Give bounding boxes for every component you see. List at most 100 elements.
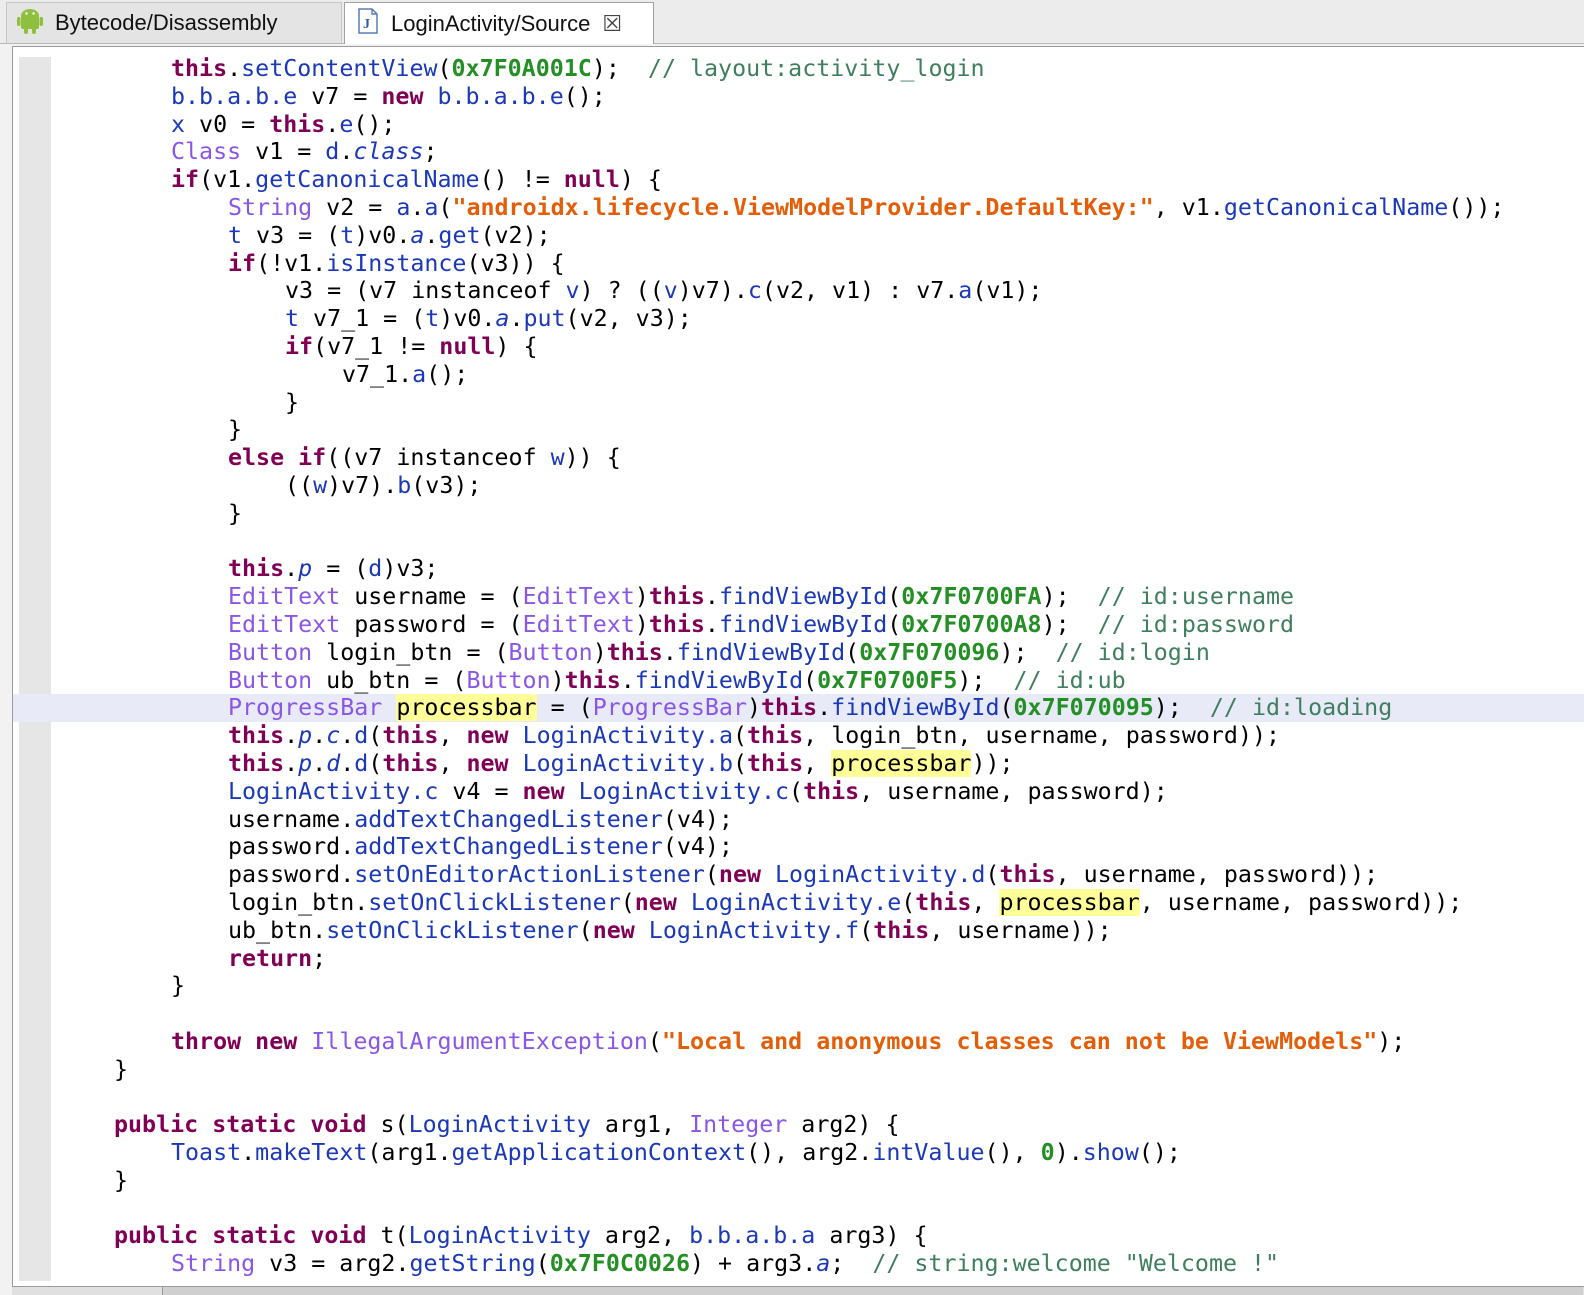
code-line[interactable]: if(v1.getCanonicalName() != null) { xyxy=(13,166,1584,194)
code-line[interactable] xyxy=(13,528,1584,556)
code-text: } xyxy=(285,388,300,416)
code-line[interactable]: Button ub_btn = (Button)this.findViewByI… xyxy=(13,667,1584,695)
code-text: (!v1. xyxy=(256,249,327,277)
close-tab-icon[interactable]: ☒ xyxy=(602,11,622,37)
code-line[interactable]: LoginActivity.c v4 = new LoginActivity.c… xyxy=(13,778,1584,806)
code-line[interactable]: } xyxy=(13,1056,1584,1084)
code-text: s( xyxy=(366,1111,409,1139)
code-text: (); xyxy=(563,82,606,110)
code-line[interactable] xyxy=(13,1083,1584,1111)
code-text: (v3)) { xyxy=(466,249,565,277)
code-line[interactable]: t v7_1 = (t)v0.a.put(v2, v3); xyxy=(13,305,1584,333)
code-text: ); xyxy=(957,666,1014,694)
code-text: ); xyxy=(1153,694,1210,722)
type-token: EditText xyxy=(522,610,635,638)
class-ref-token: t xyxy=(425,305,440,333)
code-line[interactable]: } xyxy=(13,416,1584,444)
code-line[interactable]: else if((v7 instanceof w)) { xyxy=(13,444,1584,472)
tab-loginactivity-source[interactable]: J LoginActivity/Source ☒ xyxy=(344,2,654,44)
code-text: ; xyxy=(830,1250,873,1278)
method-token: a xyxy=(958,277,973,305)
code-line[interactable]: if(!v1.isInstance(v3)) { xyxy=(13,250,1584,278)
code-line[interactable]: EditText password = (EditText)this.findV… xyxy=(13,611,1584,639)
code-line[interactable]: username.addTextChangedListener(v4); xyxy=(13,806,1584,834)
type-token: Button xyxy=(228,666,313,694)
code-line[interactable]: String v2 = a.a("androidx.lifecycle.View… xyxy=(13,194,1584,222)
code-line[interactable]: Class v1 = d.class; xyxy=(13,138,1584,166)
code-line[interactable] xyxy=(13,1000,1584,1028)
method-token: findViewById xyxy=(718,583,888,611)
keyword-token: this xyxy=(747,749,804,777)
keyword-token: else xyxy=(228,444,285,472)
code-text: )v0. xyxy=(439,305,496,333)
code-text: , username, password)); xyxy=(1055,861,1379,889)
highlighted-identifier[interactable]: processbar xyxy=(396,694,537,722)
code-text: ) xyxy=(747,694,762,722)
code-line[interactable]: login_btn.setOnClickListener(new LoginAc… xyxy=(13,888,1584,917)
code-text: )) { xyxy=(564,444,621,472)
method-token: findViewById xyxy=(676,638,846,666)
code-line[interactable]: Toast.makeText(arg1.getApplicationContex… xyxy=(13,1139,1584,1167)
code-text: ((v7 instanceof xyxy=(326,444,551,472)
code-line[interactable]: this.setContentView(0x7F0A001C); // layo… xyxy=(13,55,1584,83)
code-line[interactable]: throw new IllegalArgumentException("Loca… xyxy=(13,1028,1584,1056)
code-line[interactable]: t v3 = (t)v0.a.get(v2); xyxy=(13,222,1584,250)
code-text: (), arg2. xyxy=(746,1139,873,1167)
code-line[interactable] xyxy=(13,1195,1584,1223)
code-text: . xyxy=(284,722,299,750)
code-text: ( xyxy=(985,861,1000,889)
highlighted-identifier[interactable]: processbar xyxy=(831,749,972,777)
code-text: ( xyxy=(368,749,383,777)
code-line[interactable]: if(v7_1 != null) { xyxy=(13,333,1584,361)
code-text: ) xyxy=(634,583,649,611)
code-line-current[interactable]: ProgressBar processbar = (ProgressBar)th… xyxy=(13,694,1584,723)
method-token: setOnEditorActionListener xyxy=(354,861,705,889)
method-token: getApplicationContext xyxy=(451,1139,747,1167)
code-text: . xyxy=(509,305,524,333)
tab-bytecode-disassembly[interactable]: Bytecode/Disassembly xyxy=(6,2,342,43)
code-line[interactable]: this.p.c.d(this, new LoginActivity.a(thi… xyxy=(13,722,1584,750)
code-line[interactable]: this.p.d.d(this, new LoginActivity.b(thi… xyxy=(13,749,1584,778)
code-text: . xyxy=(339,138,354,166)
code-line[interactable]: } xyxy=(13,500,1584,528)
code-line[interactable]: } xyxy=(13,1167,1584,1195)
code-line[interactable]: } xyxy=(13,389,1584,417)
code-editor[interactable]: this.setContentView(0x7F0A001C); // layo… xyxy=(12,46,1584,1287)
code-text: = ( xyxy=(312,555,369,583)
code-line[interactable]: ub_btn.setOnClickListener(new LoginActiv… xyxy=(13,917,1584,945)
code-line[interactable]: v3 = (v7 instanceof v) ? ((v)v7).c(v2, v… xyxy=(13,277,1584,305)
keyword-token: this xyxy=(606,638,663,666)
code-text: ( xyxy=(733,749,748,777)
code-line[interactable]: this.p = (d)v3; xyxy=(13,555,1584,583)
code-line[interactable]: public static void s(LoginActivity arg1,… xyxy=(13,1111,1584,1139)
code-line[interactable]: String v3 = arg2.getString(0x7F0C0026) +… xyxy=(13,1250,1584,1278)
code-line[interactable]: Button login_btn = (Button)this.findView… xyxy=(13,639,1584,667)
code-line[interactable]: password.addTextChangedListener(v4); xyxy=(13,833,1584,861)
keyword-token: null xyxy=(439,332,496,360)
code-line[interactable]: password.setOnEditorActionListener(new L… xyxy=(13,861,1584,889)
highlighted-identifier[interactable]: processbar xyxy=(999,888,1140,916)
keyword-token: public xyxy=(114,1111,199,1139)
code-line[interactable]: } xyxy=(13,972,1584,1000)
field-token: a xyxy=(495,305,510,333)
code-text: v3 = arg2. xyxy=(255,1250,410,1278)
code-text: v3 = (v7 instanceof xyxy=(285,277,566,305)
code-line[interactable]: public static void t(LoginActivity arg2,… xyxy=(13,1222,1584,1250)
code-line[interactable]: return; xyxy=(13,945,1584,973)
code-line[interactable]: EditText username = (EditText)this.findV… xyxy=(13,583,1584,611)
keyword-token: if xyxy=(285,332,314,360)
code-line[interactable]: b.b.a.b.e v7 = new b.b.a.b.e(); xyxy=(13,83,1584,111)
code-text: ); xyxy=(1041,583,1098,611)
keyword-token: this xyxy=(803,777,860,805)
code-text: ; xyxy=(423,138,438,166)
code-text: username = ( xyxy=(340,583,523,611)
code-line[interactable]: ((w)v7).b(v3); xyxy=(13,472,1584,500)
number-literal: 0x7F0700FA xyxy=(901,583,1042,611)
class-ref-token: LoginActivity.d xyxy=(775,861,986,889)
keyword-token: static xyxy=(212,1111,297,1139)
number-literal: 0x7F0700F5 xyxy=(817,666,958,694)
code-line[interactable]: x v0 = this.e(); xyxy=(13,111,1584,139)
keyword-token: new xyxy=(522,777,565,805)
code-line[interactable]: v7_1.a(); xyxy=(13,361,1584,389)
